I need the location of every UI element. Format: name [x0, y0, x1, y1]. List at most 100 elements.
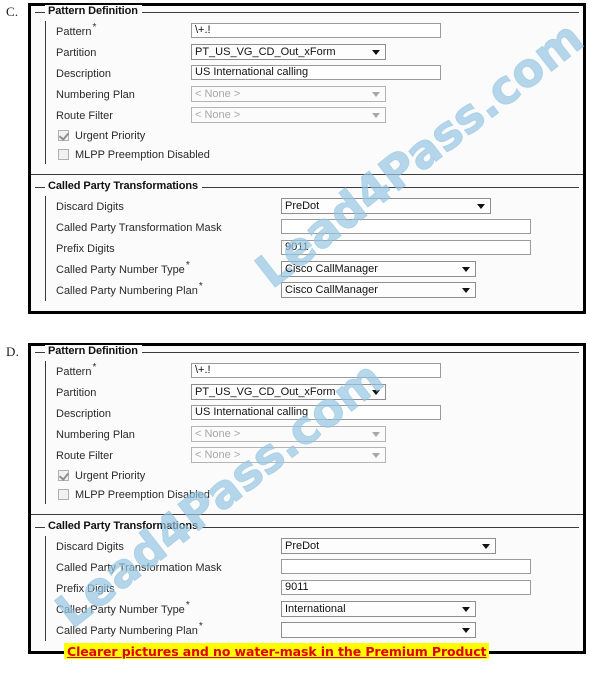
field-label: Prefix Digits: [56, 242, 115, 255]
form-row: Pattern* \+.!: [46, 21, 579, 42]
fieldset-called-party-transformations: Called Party Transformations Discard Digi…: [35, 180, 579, 305]
chevron-down-icon[interactable]: [482, 544, 490, 549]
pattern-config-panel-d: Pattern Definition Pattern* \+.! Partition P…: [28, 343, 586, 654]
dropdown-route-filter[interactable]: < None >: [191, 107, 386, 123]
form-row: Prefix Digits 9011: [46, 238, 579, 259]
field-label: Description: [56, 67, 112, 80]
fieldset-body: Discard Digits PreDot Called Party Transfo…: [45, 196, 579, 301]
text-input-prefix-digits[interactable]: 9011: [281, 580, 531, 595]
dropdown-value: PreDot: [285, 540, 320, 552]
section-divider: [31, 174, 583, 175]
chevron-down-icon[interactable]: [372, 432, 380, 437]
text-input-called-party-transformation-mask[interactable]: [281, 559, 531, 574]
dropdown-partition[interactable]: PT_US_VG_CD_Out_xForm: [191, 384, 386, 400]
field-label: Route Filter: [56, 109, 113, 122]
field-label: Numbering Plan: [56, 88, 135, 101]
dropdown-discard-digits[interactable]: PreDot: [281, 538, 496, 554]
form-row: Called Party Number Type* Cisco CallManag…: [46, 259, 579, 280]
form-row: Partition PT_US_VG_CD_Out_xForm: [46, 382, 579, 403]
option-letter-c: C.: [6, 4, 19, 19]
dropdown-value: Cisco CallManager: [285, 284, 378, 296]
form-row: Discard Digits PreDot: [46, 536, 579, 557]
field-label: Called Party Numbering Plan*: [56, 280, 203, 297]
fieldset-legend: Pattern Definition: [45, 345, 142, 357]
dropdown-value: < None >: [195, 428, 241, 440]
form-row: Numbering Plan < None >: [46, 424, 579, 445]
form-row: Discard Digits PreDot: [46, 196, 579, 217]
dropdown-value: < None >: [195, 449, 241, 461]
fieldset-legend: Pattern Definition: [45, 5, 142, 17]
dropdown-value: PreDot: [285, 200, 320, 212]
form-row: Description US International calling: [46, 63, 579, 84]
field-label: Pattern*: [56, 361, 97, 378]
fieldset-called-party-transformations: Called Party Transformations Discard Digi…: [35, 520, 579, 645]
form-row: Called Party Number Type* International: [46, 599, 579, 620]
field-label: Called Party Transformation Mask: [56, 561, 222, 574]
chevron-down-icon[interactable]: [477, 204, 485, 209]
fieldset-pattern-definition: Pattern Definition Pattern* \+.! Partition P…: [35, 345, 579, 508]
dropdown-numbering-plan[interactable]: < None >: [191, 426, 386, 442]
chevron-down-icon[interactable]: [372, 453, 380, 458]
checkbox-urgent-priority[interactable]: [58, 130, 69, 141]
field-label: Pattern*: [56, 21, 97, 38]
section-divider: [31, 514, 583, 515]
form-row: Route Filter < None >: [46, 445, 579, 466]
checkbox-row[interactable]: MLPP Preemption Disabled: [46, 485, 579, 504]
chevron-down-icon[interactable]: [372, 50, 380, 55]
chevron-down-icon[interactable]: [462, 288, 470, 293]
premium-product-promo-banner: Clearer pictures and no water-mask in th…: [64, 643, 490, 659]
dropdown-partition[interactable]: PT_US_VG_CD_Out_xForm: [191, 44, 386, 60]
text-input-pattern[interactable]: \+.!: [191, 363, 441, 378]
dropdown-called-party-numbering-plan[interactable]: Cisco CallManager: [281, 282, 476, 298]
text-input-prefix-digits[interactable]: 9011: [281, 240, 531, 255]
dropdown-value: < None >: [195, 88, 241, 100]
form-row: Called Party Transformation Mask: [46, 557, 579, 578]
field-label: Partition: [56, 386, 97, 399]
field-label: Called Party Number Type*: [56, 259, 190, 276]
checkbox-row[interactable]: MLPP Preemption Disabled: [46, 145, 579, 164]
dropdown-discard-digits[interactable]: PreDot: [281, 198, 491, 214]
chevron-down-icon[interactable]: [462, 267, 470, 272]
field-label: Prefix Digits: [56, 582, 115, 595]
chevron-down-icon[interactable]: [372, 92, 380, 97]
checkbox-label: Urgent Priority: [75, 469, 146, 482]
required-asterisk-icon: *: [198, 620, 203, 632]
form-row: Numbering Plan < None >: [46, 84, 579, 105]
required-asterisk-icon: *: [185, 599, 190, 611]
fieldset-body: Discard Digits PreDot Called Party Transfo…: [45, 536, 579, 641]
form-row: Pattern* \+.!: [46, 361, 579, 382]
text-input-description[interactable]: US International calling: [191, 405, 441, 420]
chevron-down-icon[interactable]: [372, 113, 380, 118]
form-row: Description US International calling: [46, 403, 579, 424]
chevron-down-icon[interactable]: [462, 607, 470, 612]
checkbox-row[interactable]: Urgent Priority: [46, 126, 579, 145]
dropdown-value: Cisco CallManager: [285, 263, 378, 275]
form-row: Partition PT_US_VG_CD_Out_xForm: [46, 42, 579, 63]
text-input-description[interactable]: US International calling: [191, 65, 441, 80]
dropdown-numbering-plan[interactable]: < None >: [191, 86, 386, 102]
fieldset-pattern-definition: Pattern Definition Pattern* \+.! Partition P…: [35, 5, 579, 168]
chevron-down-icon[interactable]: [462, 628, 470, 633]
fieldset-legend: Called Party Transformations: [45, 180, 203, 192]
field-label: Called Party Number Type*: [56, 599, 190, 616]
field-label: Route Filter: [56, 449, 113, 462]
dropdown-route-filter[interactable]: < None >: [191, 447, 386, 463]
form-row: Called Party Transformation Mask: [46, 217, 579, 238]
dropdown-value: < None >: [195, 109, 241, 121]
dropdown-called-party-numbering-plan[interactable]: [281, 622, 476, 638]
form-row: Called Party Numbering Plan*: [46, 620, 579, 641]
checkbox-urgent-priority[interactable]: [58, 470, 69, 481]
checkbox-row[interactable]: Urgent Priority: [46, 466, 579, 485]
checkbox-mlpp-preemption-disabled[interactable]: [58, 149, 69, 160]
chevron-down-icon[interactable]: [372, 390, 380, 395]
checkbox-mlpp-preemption-disabled[interactable]: [58, 489, 69, 500]
required-asterisk-icon: *: [92, 361, 97, 373]
form-row: Called Party Numbering Plan* Cisco CallMa…: [46, 280, 579, 301]
text-input-pattern[interactable]: \+.!: [191, 23, 441, 38]
required-asterisk-icon: *: [92, 21, 97, 33]
dropdown-called-party-number-type[interactable]: International: [281, 601, 476, 617]
text-input-called-party-transformation-mask[interactable]: [281, 219, 531, 234]
field-label: Discard Digits: [56, 540, 124, 553]
dropdown-called-party-number-type[interactable]: Cisco CallManager: [281, 261, 476, 277]
